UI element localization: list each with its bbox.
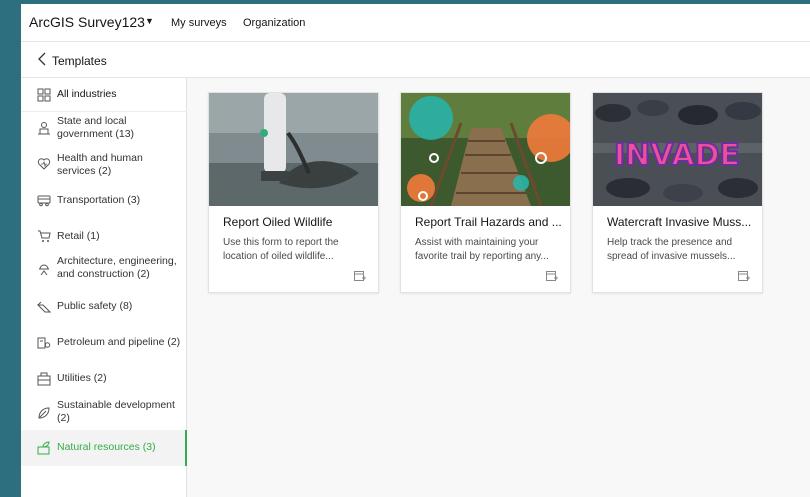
card-title[interactable]: Report Oiled Wildlife xyxy=(223,215,371,229)
sustainable-icon xyxy=(38,407,50,419)
grid-icon xyxy=(37,88,51,102)
card-description: Help track the presence and spread of in… xyxy=(607,237,736,262)
sidebar-item-label: Sustainable development (2) xyxy=(57,399,175,424)
chevron-left-icon[interactable] xyxy=(35,51,49,67)
top-bar: ArcGIS Survey123 ▼ My surveys Organizati… xyxy=(21,4,810,42)
sidebar-item-construction[interactable]: Architecture, engineering, and construct… xyxy=(21,250,187,290)
sidebar-item-label: Transportation (3) xyxy=(57,194,141,206)
sidebar-item-label: Retail (1) xyxy=(57,230,100,242)
sidebar-item-natural-resources[interactable]: Natural resources (3) xyxy=(21,430,187,466)
create-survey-icon[interactable] xyxy=(546,270,558,282)
industry-sidebar: All industries State and local governmen… xyxy=(21,78,187,497)
sidebar-item-label: Petroleum and pipeline (2) xyxy=(57,336,181,348)
nav-my-surveys[interactable]: My surveys xyxy=(171,17,227,29)
sidebar-item-label: Natural resources (3) xyxy=(57,441,156,453)
card-title[interactable]: Report Trail Hazards and ... xyxy=(415,215,563,229)
sidebar-item-label: Utilities (2) xyxy=(57,372,107,384)
invade-graphic-text: INVADE xyxy=(614,138,740,173)
template-card[interactable]: Report Oiled Wildlife Use this form to r… xyxy=(208,92,379,293)
sidebar-item-government[interactable]: State and local government (13) xyxy=(21,112,187,146)
page-title: Templates xyxy=(52,54,107,68)
sidebar-item-label: State and local government (13) xyxy=(57,115,135,140)
sidebar-item-pipeline[interactable]: Petroleum and pipeline (2) xyxy=(21,326,187,358)
card-thumbnail-invasive-mussels: INVADE xyxy=(593,93,762,206)
sidebar-item-label: Health and human services (2) xyxy=(57,152,143,177)
natural-resources-icon xyxy=(37,441,50,455)
safety-icon xyxy=(37,301,51,313)
create-survey-icon[interactable] xyxy=(738,270,750,282)
cart-icon xyxy=(38,230,51,242)
app-window: ArcGIS Survey123 ▼ My surveys Organizati… xyxy=(21,4,810,497)
create-survey-icon[interactable] xyxy=(354,270,366,282)
health-icon xyxy=(37,158,51,170)
chevron-down-icon[interactable]: ▼ xyxy=(145,16,154,26)
sidebar-item-utilities[interactable]: Utilities (2) xyxy=(21,362,187,394)
pipeline-icon xyxy=(37,337,51,349)
sub-header: Templates xyxy=(21,42,810,78)
sidebar-item-retail[interactable]: Retail (1) xyxy=(21,220,187,250)
sidebar-item-label: Public safety (8) xyxy=(57,300,133,312)
sidebar-item-all-industries[interactable]: All industries xyxy=(21,78,187,111)
construction-icon xyxy=(39,264,49,276)
card-thumbnail-trail-hazards xyxy=(401,93,570,206)
card-description: Use this form to report the location of … xyxy=(223,237,339,262)
template-card[interactable]: INVADE Watercraft Invasive Muss... Help … xyxy=(592,92,763,293)
bus-icon xyxy=(37,195,51,207)
sidebar-item-transportation[interactable]: Transportation (3) xyxy=(21,185,187,215)
sidebar-item-public-safety[interactable]: Public safety (8) xyxy=(21,290,187,322)
nav-organization[interactable]: Organization xyxy=(243,17,305,29)
template-card[interactable]: Report Trail Hazards and ... Assist with… xyxy=(400,92,571,293)
card-title[interactable]: Watercraft Invasive Muss... xyxy=(607,215,755,229)
utilities-icon xyxy=(37,372,51,386)
sidebar-item-health[interactable]: Health and human services (2) xyxy=(21,148,187,182)
card-thumbnail-oiled-wildlife xyxy=(209,93,378,206)
sidebar-item-label: All industries xyxy=(57,88,117,100)
sidebar-item-label: Architecture, engineering, and construct… xyxy=(57,255,177,280)
government-icon xyxy=(38,122,50,135)
app-title[interactable]: ArcGIS Survey123 xyxy=(29,14,145,30)
card-description: Assist with maintaining your favorite tr… xyxy=(415,237,549,262)
sidebar-item-sustainable[interactable]: Sustainable development (2) xyxy=(21,394,187,430)
